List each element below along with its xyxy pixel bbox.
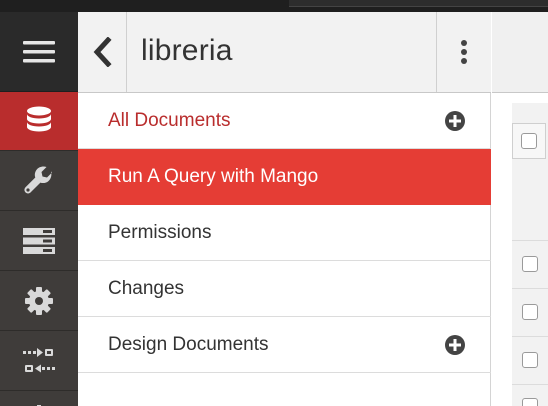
row-divider: [512, 336, 548, 337]
nav-item-all-documents[interactable]: All Documents: [78, 93, 491, 149]
sidebar-item-more[interactable]: [0, 392, 78, 406]
row-checkbox[interactable]: [522, 398, 538, 406]
sidebar-item-replication[interactable]: [0, 332, 78, 391]
nav-item-label: Run A Query with Mango: [108, 166, 319, 187]
nav-item-label: Permissions: [108, 222, 212, 243]
database-title: libreria: [141, 34, 233, 67]
nav-item-label: Design Documents: [108, 334, 269, 355]
documents-content-area: [492, 12, 548, 406]
add-design-doc-icon[interactable]: [444, 334, 466, 356]
menu-icon: [23, 40, 55, 62]
row-divider: [512, 288, 548, 289]
sidebar-item-setup[interactable]: [0, 152, 78, 211]
panel-header: libreria: [78, 12, 491, 93]
sidebar-item-active-tasks[interactable]: [0, 212, 78, 271]
sidebar-item-databases[interactable]: [0, 92, 78, 151]
add-document-icon[interactable]: [444, 110, 466, 132]
back-button[interactable]: [78, 12, 127, 92]
server-icon: [23, 228, 55, 254]
row-divider: [512, 240, 548, 241]
top-bar: [0, 0, 548, 12]
top-bar-segment: [289, 0, 548, 7]
chevron-left-icon: [93, 37, 112, 67]
nav-item-label: All Documents: [108, 110, 231, 131]
row-checkbox[interactable]: [522, 304, 538, 320]
icon-sidebar: [0, 12, 78, 406]
content-header: [492, 12, 548, 93]
wrench-icon: [24, 166, 52, 194]
database-nav-panel: libreria All Documents Run A Query with …: [78, 12, 491, 406]
gear-icon: [25, 287, 53, 315]
select-all-checkbox[interactable]: [521, 133, 537, 149]
menu-toggle-button[interactable]: [0, 12, 78, 92]
nav-item-label: Changes: [108, 278, 185, 299]
row-checkbox[interactable]: [522, 256, 538, 272]
vertical-ellipsis-icon: [461, 40, 467, 64]
sidebar-item-config[interactable]: [0, 272, 78, 331]
nav-item-mango-query[interactable]: Run A Query with Mango: [78, 149, 491, 205]
more-options-button[interactable]: [436, 12, 491, 92]
database-icon: [27, 106, 51, 132]
row-checkbox[interactable]: [522, 352, 538, 368]
nav-item-changes[interactable]: Changes: [78, 261, 491, 317]
nav-item-design-documents[interactable]: Design Documents: [78, 317, 491, 373]
partial-icon: [37, 404, 41, 406]
replication-icon: [23, 348, 55, 373]
row-divider: [512, 384, 548, 385]
select-all-container: [512, 123, 546, 159]
nav-item-permissions[interactable]: Permissions: [78, 205, 491, 261]
